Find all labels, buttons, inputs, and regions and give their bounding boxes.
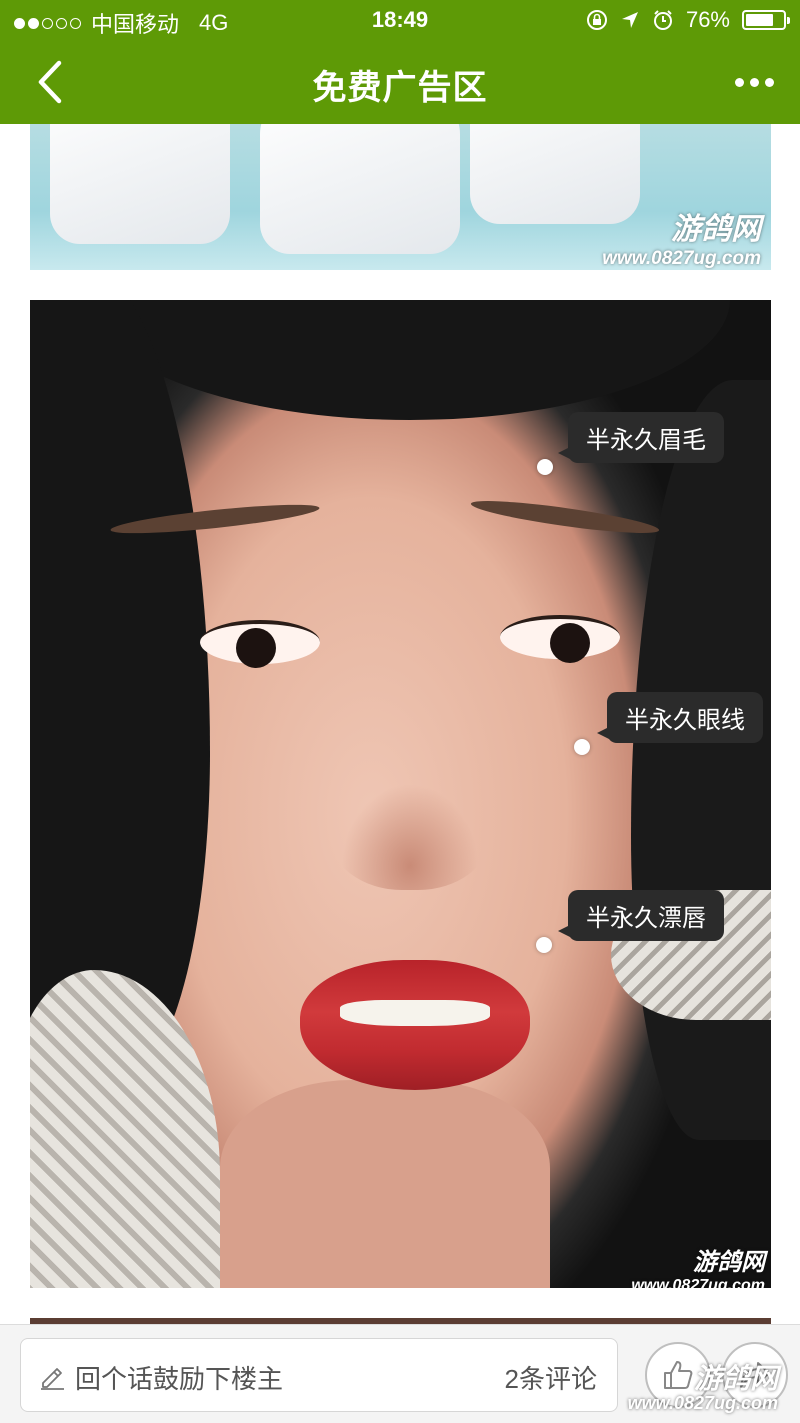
corner-watermark: 游鸽网 www.0827ug.com (627, 1363, 778, 1414)
orientation-lock-icon (586, 10, 607, 30)
nav-bar: 免费广告区 (0, 40, 800, 124)
page-title: 免费广告区 (312, 69, 488, 107)
marker-dot (574, 739, 590, 755)
pencil-icon (41, 1368, 64, 1390)
more-dots-icon (734, 77, 744, 87)
marker-dot (537, 459, 553, 475)
more-button[interactable] (726, 66, 782, 98)
post-image-face[interactable]: 半永久眉毛 半永久眼线 半永久漂唇 游鸽网 www.0827ug.com (30, 300, 771, 1288)
alarm-icon (653, 10, 672, 30)
post-content[interactable]: 游鸽网 www.0827ug.com 半永久眉毛 半永久眼线 半永久漂唇 游鸽网… (0, 124, 800, 1324)
battery-percent: 76% (685, 7, 730, 32)
bottom-bar: 回个话鼓励下楼主 2条评论 游鸽网 www.0827ug.com (0, 1324, 800, 1423)
marker-dot (536, 937, 552, 953)
image-watermark: 游鸽网 www.0827ug.com (602, 213, 761, 269)
label-eyeliner: 半永久眼线 (597, 692, 763, 743)
comment-placeholder: 回个话鼓励下楼主 (75, 1364, 284, 1394)
status-bar: 中国移动 4G 18:49 76% (0, 0, 800, 40)
comment-count[interactable]: 2条评论 (505, 1359, 597, 1396)
comment-input[interactable]: 回个话鼓励下楼主 2条评论 (20, 1338, 618, 1412)
image-watermark: 游鸽网 www.0827ug.com (631, 1249, 765, 1288)
label-lips: 半永久漂唇 (558, 890, 724, 941)
location-arrow-icon (621, 12, 638, 28)
label-eyebrow: 半永久眉毛 (558, 412, 724, 463)
post-image-hands[interactable]: 游鸽网 www.0827ug.com (30, 124, 771, 270)
battery-icon (742, 10, 790, 30)
status-right: 76% (586, 7, 790, 33)
